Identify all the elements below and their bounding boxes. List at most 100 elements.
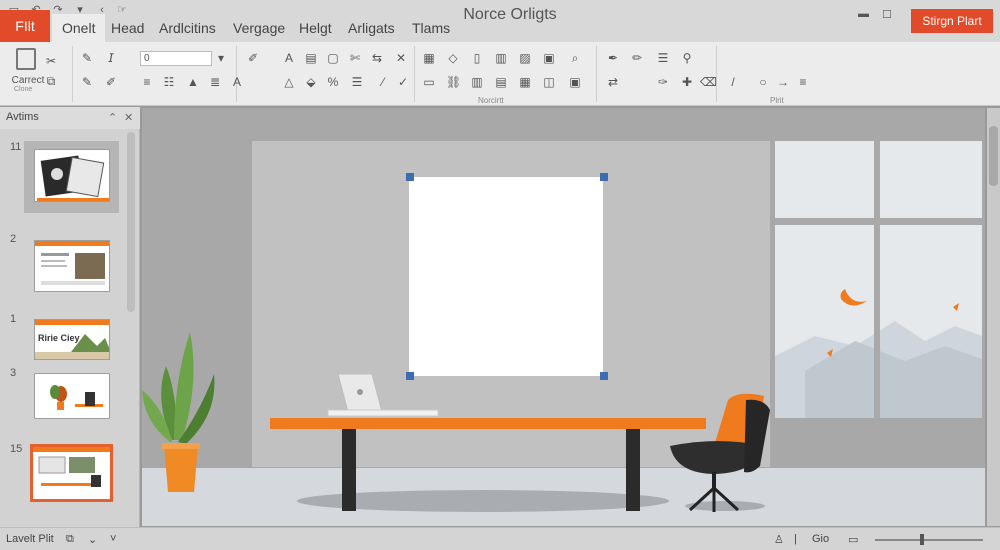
slide-number: 15	[10, 443, 23, 455]
bullets-icon[interactable]: ≡	[140, 75, 154, 89]
plus-icon[interactable]: ✚	[680, 75, 694, 89]
zoom-slider[interactable]	[875, 539, 983, 541]
line-icon[interactable]: /	[726, 75, 740, 89]
share-button[interactable]: Stirgn Plart	[911, 9, 993, 33]
tab-file[interactable]: FIlt	[0, 10, 50, 42]
slide-thumbnail[interactable]	[34, 240, 110, 292]
align-icon[interactable]: ≣	[208, 75, 222, 89]
draw-icon[interactable]: ✏	[630, 51, 644, 65]
thumb-office-image	[33, 447, 110, 487]
font-size-input[interactable]: 0	[140, 51, 212, 66]
office-scene-image	[142, 332, 770, 512]
notes-icon[interactable]: ⧉	[66, 533, 74, 546]
tab-head[interactable]: Head	[111, 20, 144, 36]
collapse-icon[interactable]: ⌃	[108, 111, 117, 124]
table-icon[interactable]: ▤	[304, 51, 318, 65]
check-icon[interactable]: ✓	[396, 75, 410, 89]
pencil-icon[interactable]: ✎	[80, 75, 94, 89]
marker-icon[interactable]: ✐	[104, 75, 118, 89]
eraser-icon[interactable]: ⌫	[700, 75, 717, 89]
arrange-icon[interactable]: ⇆	[370, 51, 384, 65]
tab-helgt[interactable]: Helgt	[299, 20, 332, 36]
slide-thumbnail[interactable]	[34, 149, 110, 202]
rect-icon[interactable]: ▭	[422, 75, 436, 89]
delete-icon[interactable]: ✕	[394, 51, 408, 65]
tab-ardlcitins[interactable]: Ardlcitins	[159, 20, 216, 36]
ribbon-separator	[716, 46, 717, 102]
tab-onelt[interactable]: Onelt	[52, 14, 106, 44]
italic-icon[interactable]: 𝘐	[104, 51, 118, 65]
paste-sub-label: Clone	[14, 86, 33, 93]
link-chain-icon[interactable]: ⛓	[446, 75, 461, 89]
go-label[interactable]: Gio	[812, 533, 829, 545]
list-icon[interactable]: ☰	[350, 75, 364, 89]
ribbon-separator	[236, 46, 237, 102]
replace-icon[interactable]: ⇄	[606, 75, 620, 89]
frame-icon[interactable]: ▢	[326, 51, 340, 65]
numbering-icon[interactable]: ☷	[162, 75, 176, 89]
picture-icon[interactable]: ▣	[542, 51, 556, 65]
slash-icon[interactable]: ⁄	[376, 75, 390, 89]
slide-thumbnail[interactable]	[34, 373, 110, 419]
separator-icon: |	[794, 533, 797, 545]
minimize-icon[interactable]: ▬	[858, 8, 869, 20]
cut-icon[interactable]: ✂	[44, 54, 58, 68]
triangle-icon[interactable]: △	[282, 75, 296, 89]
ribbon-group-label: Plrit	[770, 96, 784, 105]
slide-number: 11	[10, 141, 22, 153]
circle-icon[interactable]: ○	[756, 75, 770, 89]
font-dropdown-icon[interactable]: ▾	[214, 51, 228, 65]
font-color-icon[interactable]: A	[230, 75, 244, 89]
notes-icon[interactable]: ☰	[656, 51, 670, 65]
resize-handle[interactable]	[406, 173, 414, 181]
close-icon[interactable]: ✕	[124, 111, 133, 124]
thumb-plant-image	[50, 385, 103, 410]
page-icon[interactable]: ▯	[470, 51, 484, 65]
zoom-knob[interactable]	[920, 534, 924, 545]
fill-icon[interactable]: ⬙	[304, 75, 318, 89]
panel-scrollbar[interactable]	[127, 132, 135, 312]
slide-number: 1	[10, 313, 17, 325]
search-icon[interactable]: ⌕	[568, 51, 582, 65]
scissor-icon[interactable]: ✄	[348, 51, 362, 65]
highlight-icon[interactable]: ▲	[186, 75, 200, 89]
maximize-icon[interactable]: ☐	[882, 8, 892, 21]
format-painter-icon[interactable]: ✎	[80, 51, 94, 65]
resize-handle[interactable]	[600, 173, 608, 181]
paste-icon[interactable]	[16, 48, 36, 70]
grid-icon[interactable]: ▦	[422, 51, 436, 65]
thumb-content-image	[35, 241, 109, 285]
tag-icon[interactable]: ◇	[446, 51, 460, 65]
ribbon-separator	[414, 46, 415, 102]
view-dropdown-icon[interactable]: ⌄	[88, 533, 97, 546]
layout-icon[interactable]: ▥	[494, 51, 508, 65]
slide-thumbnail-selected[interactable]	[30, 444, 113, 502]
touch-icon[interactable]: ☞	[116, 4, 128, 16]
paragraph-icon[interactable]: ≡	[796, 75, 810, 89]
media-icon[interactable]: ▦	[518, 75, 532, 89]
slide-number: 2	[10, 233, 17, 245]
percent-icon[interactable]: %	[326, 75, 340, 89]
link-icon[interactable]: ⚲	[680, 51, 694, 65]
scroll-thumb[interactable]	[989, 126, 998, 186]
arrow-icon[interactable]: →	[776, 75, 790, 89]
slide-thumbnail[interactable]: Ririe Ciey	[34, 319, 110, 360]
normal-view-icon[interactable]: ▭	[848, 533, 858, 546]
text-box-icon[interactable]: ▤	[494, 75, 508, 89]
tab-arligats[interactable]: Arligats	[348, 20, 395, 36]
gallery-icon[interactable]: ▣	[568, 75, 582, 89]
slide-number: 3	[10, 367, 17, 379]
image-icon[interactable]: ▨	[518, 51, 532, 65]
tab-vergage[interactable]: Vergage	[233, 20, 285, 36]
chevron-down-icon[interactable]: ˅	[110, 533, 116, 545]
columns-icon[interactable]: ▥	[470, 75, 484, 89]
brush-icon[interactable]: ✐	[246, 51, 260, 65]
shapes-icon[interactable]: ◫	[542, 75, 556, 89]
pen-icon[interactable]: ✒	[606, 51, 620, 65]
accessibility-icon[interactable]: ♙	[774, 533, 784, 546]
status-bar: Lavelt Plit ⧉ ⌄ ˅ ♙ | Gio ▭	[0, 527, 1000, 550]
canvas-scrollbar[interactable]	[987, 108, 1000, 526]
eyedropper-icon[interactable]: ✑	[656, 75, 670, 89]
copy-icon[interactable]: ⧉	[44, 74, 58, 88]
shape-a-icon[interactable]: A	[282, 51, 296, 65]
